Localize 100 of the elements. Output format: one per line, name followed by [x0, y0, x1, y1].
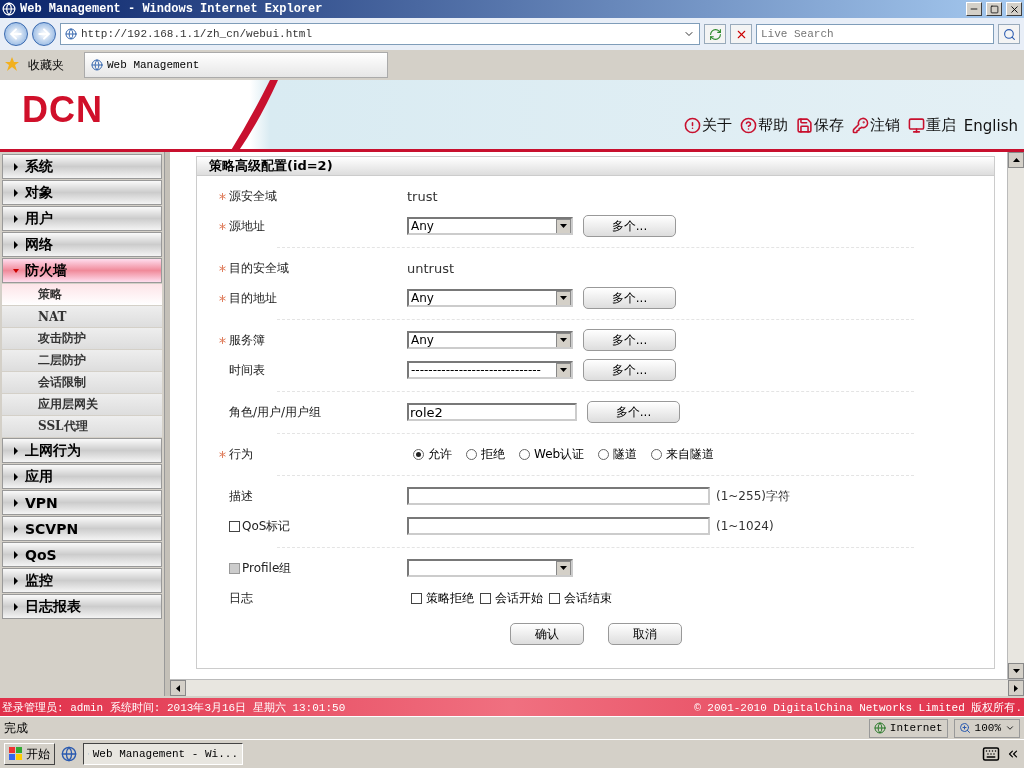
browser-icon[interactable]: [61, 746, 77, 762]
sidebar-item[interactable]: 日志报表: [2, 594, 162, 619]
input-field[interactable]: [407, 487, 710, 505]
sidebar-item[interactable]: 应用: [2, 464, 162, 489]
radio-button[interactable]: [466, 448, 477, 460]
input-field[interactable]: [407, 517, 710, 535]
caret-right-icon: [13, 240, 19, 249]
sidebar-item[interactable]: 防火墙: [2, 258, 162, 283]
sidebar-item[interactable]: 对象: [2, 180, 162, 205]
input-field[interactable]: role2: [407, 403, 577, 421]
login-info: 登录管理员: admin 系统时间: 2013年3月16日 星期六 13:01:50: [2, 700, 346, 715]
more-button[interactable]: 多个...: [583, 215, 676, 237]
back-button[interactable]: [4, 22, 28, 46]
caret-right-icon: [13, 214, 19, 223]
sidebar-item[interactable]: SCVPN: [2, 516, 162, 541]
field-label: 源安全域: [229, 187, 277, 205]
search-button[interactable]: [998, 24, 1020, 44]
sidebar-subitem[interactable]: 会话限制: [2, 372, 162, 393]
radio-button[interactable]: [519, 448, 530, 460]
scroll-up-button[interactable]: [1008, 152, 1024, 168]
dropdown[interactable]: Any: [407, 331, 573, 349]
search-field[interactable]: Live Search: [756, 24, 994, 44]
minimize-button[interactable]: [966, 2, 982, 16]
form-button[interactable]: 确认: [509, 623, 584, 645]
browser-tab[interactable]: Web Management: [84, 52, 388, 78]
radio-button[interactable]: [651, 448, 663, 460]
header-link[interactable]: 注销: [851, 116, 900, 135]
caret-right-icon: [13, 498, 19, 507]
field-label: 日志: [229, 589, 253, 607]
right-arrow-icon: [1014, 684, 1018, 692]
favorites-link[interactable]: 收藏夹: [28, 56, 64, 74]
sidebar-subitem[interactable]: NAT: [2, 306, 162, 327]
close-button[interactable]: [1006, 2, 1022, 16]
address-field[interactable]: http://192.168.1.1/zh_cn/webui.html: [60, 23, 700, 45]
forward-button[interactable]: [32, 22, 56, 46]
sidebar-item[interactable]: 用户: [2, 206, 162, 231]
zoom-control[interactable]: 100%: [953, 718, 1020, 738]
sidebar-item[interactable]: VPN: [2, 490, 162, 515]
browser-icon: [2, 2, 16, 16]
header-link[interactable]: 帮助: [739, 116, 788, 135]
dropdown[interactable]: [407, 559, 573, 577]
checkbox[interactable]: [549, 592, 560, 604]
radio-button[interactable]: [598, 448, 610, 460]
caret-down-icon: [13, 266, 19, 275]
maximize-button[interactable]: [986, 2, 1002, 16]
sidebar-item[interactable]: 监控: [2, 568, 162, 593]
star-icon: [4, 55, 20, 72]
field-label: Profile组: [242, 559, 292, 577]
caret-right-icon: [13, 524, 19, 533]
chevron-icon[interactable]: [1006, 747, 1020, 761]
refresh-button[interactable]: [704, 24, 726, 44]
more-button[interactable]: 多个...: [583, 287, 676, 309]
header-link[interactable]: 保存: [795, 116, 844, 135]
more-button[interactable]: 多个...: [583, 359, 676, 381]
form-button[interactable]: 取消: [607, 623, 682, 645]
caret-right-icon: [13, 446, 19, 455]
sidebar-subitem[interactable]: 二层防护: [2, 350, 162, 371]
windows-flag-icon: [9, 747, 23, 761]
field-label: 目的地址: [229, 289, 277, 307]
save-icon: [795, 117, 813, 134]
radio-label: Web认证: [534, 445, 585, 463]
left-arrow-icon: [176, 684, 180, 692]
stop-button[interactable]: [730, 24, 752, 44]
sidebar-subitem[interactable]: SSL代理: [2, 416, 162, 437]
dropdown[interactable]: Any: [407, 217, 573, 235]
dropdown[interactable]: ------------------------------: [407, 361, 573, 379]
checkbox[interactable]: [229, 520, 240, 532]
radio-button[interactable]: [413, 448, 424, 460]
dropdown[interactable]: Any: [407, 289, 573, 307]
checkbox[interactable]: [480, 592, 491, 604]
header-link[interactable]: 关于: [683, 116, 732, 135]
checkbox-label: 会话结束: [564, 589, 612, 607]
sidebar-item[interactable]: 系统: [2, 154, 162, 179]
caret-right-icon: [13, 188, 19, 197]
vertical-scrollbar[interactable]: [1007, 152, 1024, 679]
checkbox[interactable]: [411, 592, 422, 604]
sidebar-subitem[interactable]: 应用层网关: [2, 394, 162, 415]
field-hint: (1~255)字符: [716, 487, 790, 505]
header-link[interactable]: 重启: [907, 116, 956, 135]
down-arrow-icon: [1012, 669, 1020, 673]
sidebar-item[interactable]: QoS: [2, 542, 162, 567]
sidebar-item[interactable]: 上网行为: [2, 438, 162, 463]
scroll-down-button[interactable]: [1008, 663, 1024, 679]
more-button[interactable]: 多个...: [583, 329, 676, 351]
scroll-right-button[interactable]: [1008, 680, 1024, 696]
taskbar-button[interactable]: Web Management - Wi...: [83, 743, 243, 765]
start-button[interactable]: 开始: [4, 743, 55, 765]
sidebar-subitem[interactable]: 攻击防护: [2, 328, 162, 349]
sidebar-item[interactable]: 网络: [2, 232, 162, 257]
header-link[interactable]: English: [963, 116, 1018, 135]
checkbox-label: 会话开始: [495, 589, 543, 607]
more-button[interactable]: 多个...: [587, 401, 680, 423]
horizontal-scrollbar[interactable]: [170, 679, 1024, 696]
keyboard-icon[interactable]: [982, 745, 1000, 763]
field-label: 角色/用户/用户组: [229, 403, 322, 421]
radio-label: 拒绝: [481, 445, 505, 463]
scroll-left-button[interactable]: [170, 680, 186, 696]
sidebar-subitem[interactable]: 策略: [2, 284, 162, 305]
field-label: 目的安全域: [229, 259, 289, 277]
logo: DCN: [22, 89, 103, 131]
